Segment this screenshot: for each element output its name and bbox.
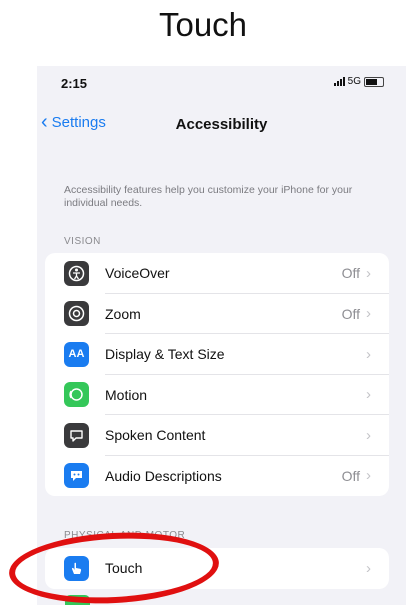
setting-label: Zoom <box>105 305 141 322</box>
speech-bubble-icon <box>64 422 89 448</box>
page-caption: Touch <box>158 6 248 43</box>
page-title: Accessibility <box>175 116 268 133</box>
setting-row-zoom[interactable]: Zoom Off › <box>45 294 389 334</box>
chevron-right-icon: › <box>366 386 371 404</box>
setting-value: Off <box>341 265 360 282</box>
chevron-right-icon: › <box>366 264 371 282</box>
setting-row-motion[interactable]: Motion › <box>45 375 389 415</box>
setting-row-audio-descriptions[interactable]: Audio Descriptions Off › <box>45 456 389 497</box>
setting-label: VoiceOver <box>105 265 170 282</box>
status-indicators: 5G <box>333 76 384 87</box>
setting-row-touch[interactable]: Touch › <box>45 548 389 589</box>
section-description: Accessibility features help you customiz… <box>64 184 353 209</box>
chevron-right-icon: › <box>366 426 371 444</box>
chevron-right-icon: › <box>366 559 371 577</box>
chevron-right-icon: › <box>366 345 371 363</box>
status-time: 2:15 <box>61 76 88 91</box>
signal-icon <box>333 77 345 86</box>
setting-row-voiceover[interactable]: VoiceOver Off › <box>45 253 389 294</box>
zoom-icon <box>64 301 89 327</box>
chevron-right-icon: › <box>366 467 371 485</box>
setting-label: Touch <box>105 560 143 577</box>
setting-row-display-text-size[interactable]: AA Display & Text Size › <box>45 334 389 375</box>
battery-icon <box>364 76 384 87</box>
next-row-icon-partial <box>65 595 90 605</box>
setting-row-spoken-content[interactable]: Spoken Content › <box>45 415 389 456</box>
motion-icon <box>64 382 89 408</box>
phone-screen: 2:15 5G ‹ Settings Accessibility Accessi… <box>37 66 406 605</box>
touch-hand-icon <box>64 555 89 581</box>
text-size-icon: AA <box>64 341 89 367</box>
section-header-vision: VISION <box>64 236 101 247</box>
network-label: 5G <box>347 76 361 87</box>
setting-label: Motion <box>105 386 148 403</box>
vision-settings-group: VoiceOver Off › Zoom Off › AA Display & … <box>45 253 389 496</box>
voiceover-icon <box>64 260 89 286</box>
setting-value: Off <box>341 305 360 322</box>
audio-description-icon <box>64 463 89 489</box>
chevron-right-icon: › <box>366 305 371 323</box>
setting-label: Spoken Content <box>105 427 206 444</box>
setting-label: Audio Descriptions <box>105 467 222 484</box>
setting-value: Off <box>341 467 360 484</box>
setting-label: Display & Text Size <box>105 346 225 363</box>
physical-settings-group: Touch › <box>45 548 389 589</box>
section-header-physical-and-motor: PHYSICAL AND MOTOR <box>64 530 186 541</box>
